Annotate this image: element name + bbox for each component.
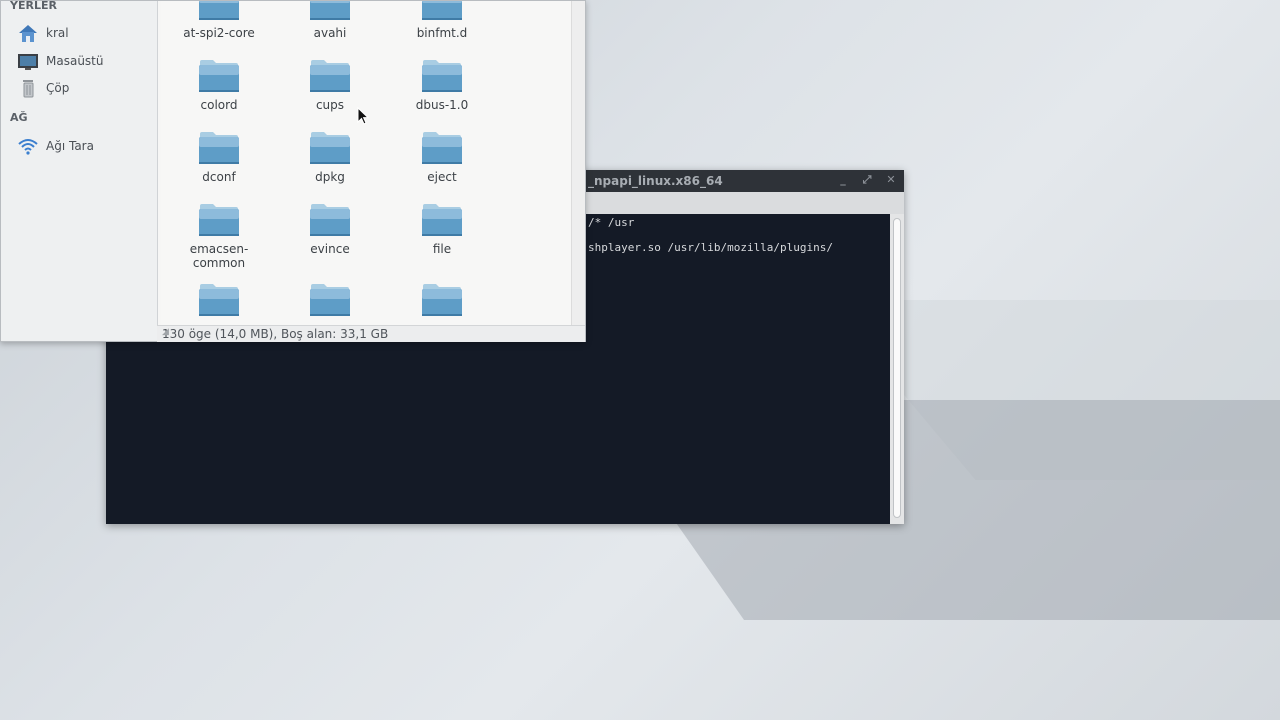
folder-icon	[309, 201, 351, 237]
folder-item[interactable]: dpkg	[275, 129, 385, 184]
folder-item[interactable]	[164, 281, 274, 322]
mouse-cursor	[357, 106, 371, 127]
folder-item[interactable]: evince	[275, 201, 385, 256]
resize-grip[interactable]: ◢	[162, 327, 583, 341]
file-manager-window[interactable]: YERLER kral Masaüstü Çöp AĞ Ağı Tara at-…	[0, 0, 586, 342]
minimize-button[interactable]: _	[836, 173, 850, 187]
folder-icon	[421, 201, 463, 237]
desktop-icon	[17, 51, 39, 71]
file-grid[interactable]: at-spi2-core avahi binfmt.d colord cups dbus-…	[161, 1, 571, 325]
places-header: YERLER	[10, 0, 57, 12]
folder-name: binfmt.d	[416, 26, 468, 40]
folder-name: at-spi2-core	[183, 26, 255, 40]
folder-icon	[421, 129, 463, 165]
sidebar-item-label: Ağı Tara	[46, 139, 94, 153]
wifi-icon	[17, 136, 39, 156]
folder-icon	[421, 1, 463, 21]
folder-icon	[198, 201, 240, 237]
folder-item[interactable]: eject	[387, 129, 497, 184]
maximize-button[interactable]: ⤢	[860, 173, 874, 187]
sidebar-item-trash[interactable]: Çöp	[17, 77, 152, 101]
folder-icon	[421, 281, 463, 317]
folder-item[interactable]: emacsen-common	[164, 201, 274, 270]
terminal-line: /* /usr	[588, 216, 635, 229]
folder-item[interactable]: colord	[164, 57, 274, 112]
folder-name: emacsen-common	[189, 242, 249, 270]
sidebar: YERLER kral Masaüstü Çöp AĞ Ağı Tara	[1, 0, 158, 341]
folder-icon	[198, 281, 240, 317]
sidebar-item-label: Çöp	[46, 81, 70, 95]
folder-item[interactable]	[275, 281, 385, 322]
folder-item[interactable]	[387, 281, 497, 322]
folder-name: avahi	[313, 26, 347, 40]
file-grid-scrollbar[interactable]	[571, 1, 585, 325]
folder-icon	[309, 1, 351, 21]
folder-name: colord	[200, 98, 238, 112]
folder-item[interactable]: file	[387, 201, 497, 256]
terminal-title: _npapi_linux.x86_64	[588, 174, 723, 188]
sidebar-item-network[interactable]: Ağı Tara	[17, 135, 152, 159]
terminal-scrollbar[interactable]	[890, 214, 904, 524]
folder-name: dbus-1.0	[415, 98, 469, 112]
folder-item[interactable]: dbus-1.0	[387, 57, 497, 112]
folder-item[interactable]: dconf	[164, 129, 274, 184]
folder-icon	[421, 57, 463, 93]
folder-icon	[198, 57, 240, 93]
sidebar-item-label: kral	[46, 26, 69, 40]
sidebar-item-home[interactable]: kral	[17, 22, 152, 46]
sidebar-item-desktop[interactable]: Masaüstü	[17, 50, 152, 74]
folder-item[interactable]: binfmt.d	[387, 1, 497, 40]
folder-icon	[198, 129, 240, 165]
folder-name: dconf	[202, 170, 236, 184]
folder-item[interactable]: at-spi2-core	[164, 1, 274, 40]
sidebar-item-label: Masaüstü	[46, 54, 104, 68]
statusbar: 130 öge (14,0 MB), Boş alan: 33,1 GB ◢	[157, 325, 585, 342]
folder-item[interactable]: cups	[275, 57, 385, 112]
folder-item[interactable]: avahi	[275, 1, 385, 40]
folder-name: dpkg	[315, 170, 345, 184]
folder-name: file	[432, 242, 452, 256]
folder-icon	[198, 1, 240, 21]
terminal-line: shplayer.so /usr/lib/mozilla/plugins/	[588, 241, 834, 254]
network-header: AĞ	[10, 111, 28, 124]
close-button[interactable]: ✕	[884, 173, 898, 187]
folder-icon	[309, 57, 351, 93]
folder-name: eject	[427, 170, 457, 184]
folder-icon	[309, 281, 351, 317]
trash-icon	[17, 78, 39, 98]
terminal-scroll-thumb[interactable]	[893, 218, 901, 518]
folder-icon	[309, 129, 351, 165]
folder-name: evince	[310, 242, 350, 256]
home-icon	[17, 23, 39, 43]
